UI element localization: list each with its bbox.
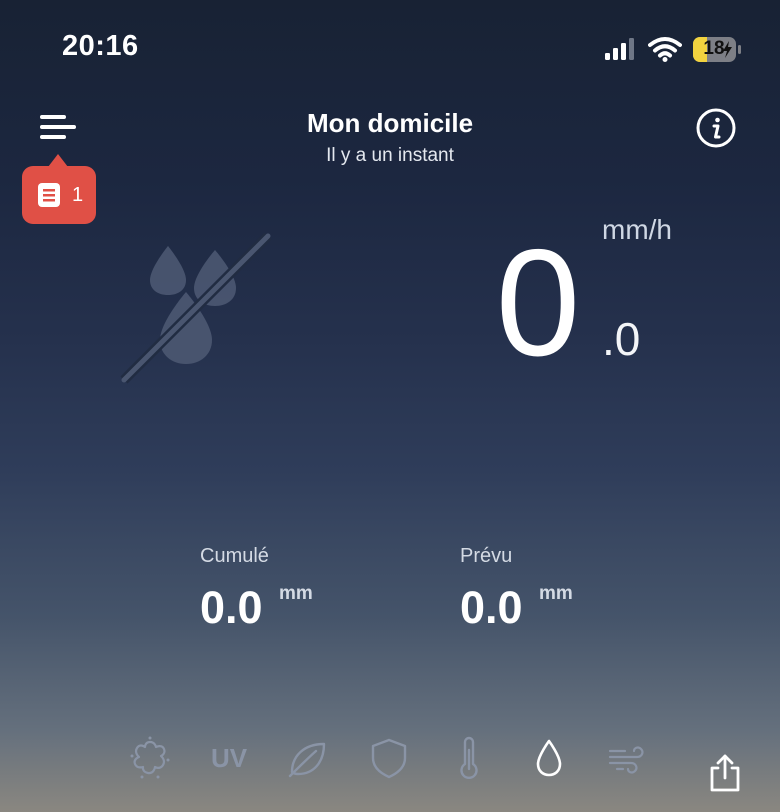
battery-level: 18 [703,38,725,59]
rain-rate-unit: mm/h [602,214,672,245]
no-rain-icon [120,232,272,384]
cellular-signal-icon [605,38,634,60]
uv-label: UV [211,743,248,773]
wind-icon[interactable] [607,736,651,780]
cumulated-value: 0.0 [200,582,263,633]
pollen-icon[interactable] [128,736,172,780]
forecast-label: Prévu [460,545,513,567]
uv-icon[interactable]: UV [207,736,251,780]
cumulated-label: Cumulé [200,545,269,567]
rain-rate-value: 0 [495,218,581,388]
thermometer-icon[interactable] [447,736,491,780]
location-title: Mon domicile [306,108,474,138]
leaf-icon[interactable] [286,736,330,780]
shield-icon[interactable] [367,736,411,780]
forecast-unit: mm [539,583,573,604]
cumulated-unit: mm [279,583,313,604]
info-icon[interactable] [695,107,737,149]
status-time: 20:16 [62,30,139,62]
share-icon[interactable] [704,752,746,794]
wifi-icon [648,37,682,62]
update-time: Il y a un instant [326,145,454,166]
document-icon [38,183,60,207]
rain-rate-decimal: .0 [602,313,641,365]
notification-count: 1 [72,184,84,206]
menu-icon[interactable] [38,113,78,141]
forecast-value: 0.0 [460,582,523,633]
water-drop-icon[interactable] [527,736,571,780]
